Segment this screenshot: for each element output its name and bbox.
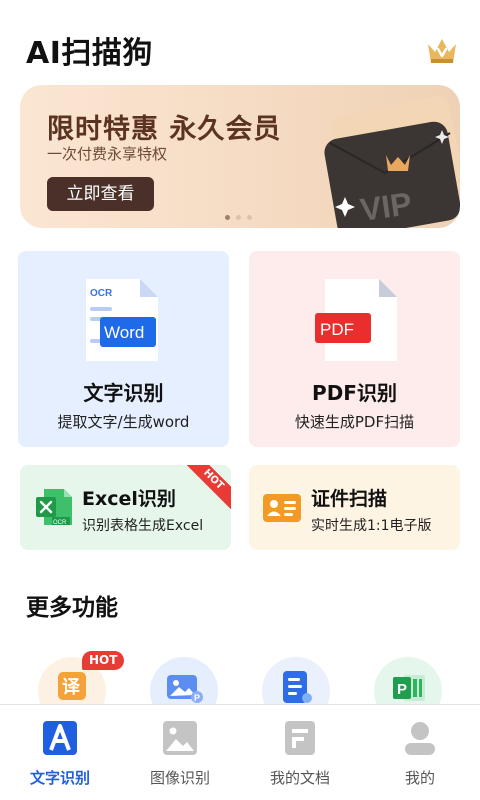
document-icon <box>285 721 315 755</box>
carousel-dot[interactable] <box>236 215 241 220</box>
tab-mine[interactable]: 我的 <box>360 705 480 800</box>
id-scan-title: 证件扫描 <box>311 488 388 510</box>
text-a-icon <box>43 721 77 755</box>
excel-icon: OCR <box>36 489 72 526</box>
hot-ribbon: HOT <box>179 465 231 514</box>
banner-subtitle: 一次付费永享特权 <box>47 145 168 163</box>
vip-card-illustration: VIP <box>324 96 460 228</box>
ocr-tag: OCR <box>90 288 113 299</box>
app-title: AI扫描狗 <box>26 36 153 71</box>
view-now-button[interactable]: 立即查看 <box>47 177 154 211</box>
word-label: Word <box>104 323 144 342</box>
id-scan-subtitle: 实时生成1:1电子版 <box>311 518 432 534</box>
more-features-title: 更多功能 <box>26 595 118 621</box>
translate-glyph: 译 <box>62 677 81 698</box>
tab-label: 文字识别 <box>29 769 90 787</box>
text-recognition-subtitle: 提取文字/生成word <box>57 413 190 431</box>
tab-image-recognition[interactable]: 图像识别 <box>120 705 240 800</box>
promo-banner[interactable]: 限时特惠 永久会员 一次付费永享特权 立即查看 VIP <box>20 85 460 228</box>
tab-label: 我的文档 <box>269 769 330 787</box>
carousel-dot[interactable] <box>247 215 252 220</box>
user-icon <box>405 722 435 755</box>
translate-icon: 译 <box>58 672 86 700</box>
pdf-recognition-card[interactable]: PDF PDF识别 快速生成PDF扫描 <box>249 251 460 447</box>
text-recognition-title: 文字识别 <box>83 381 164 405</box>
image-icon: P <box>167 675 203 703</box>
text-recognition-card[interactable]: OCR Word 文字识别 提取文字/生成word <box>18 251 229 447</box>
banner-title: 限时特惠 永久会员 <box>47 114 282 145</box>
pdf-recognition-title: PDF识别 <box>312 381 397 405</box>
id-scan-card[interactable]: 证件扫描 实时生成1:1电子版 <box>249 465 460 550</box>
vip-label: VIP <box>358 185 414 228</box>
pdf-recognition-subtitle: 快速生成PDF扫描 <box>294 413 415 431</box>
word-document-icon: OCR Word <box>86 279 158 361</box>
tab-text-recognition[interactable]: 文字识别 <box>0 705 120 800</box>
tab-label: 我的 <box>404 769 435 787</box>
pdf-document-icon: PDF <box>315 279 397 361</box>
crown-icon[interactable] <box>422 30 462 70</box>
document-icon <box>283 671 312 703</box>
hot-badge: HOT <box>82 651 125 670</box>
bottom-tab-bar: 文字识别 图像识别 我的文档 我的 <box>0 704 480 800</box>
tab-label: 图像识别 <box>149 769 210 787</box>
excel-recognition-card[interactable]: OCR Excel识别 识别表格生成Excel HOT <box>20 465 231 550</box>
pdf-label: PDF <box>320 320 354 339</box>
carousel-indicator <box>225 215 252 220</box>
excel-ocr-tag: OCR <box>53 520 67 526</box>
tab-my-documents[interactable]: 我的文档 <box>240 705 360 800</box>
carousel-dot[interactable] <box>225 215 230 220</box>
header: AI扫描狗 <box>0 0 480 84</box>
excel-recognition-subtitle: 识别表格生成Excel <box>82 518 204 534</box>
image-icon <box>163 721 197 755</box>
svg-text:P: P <box>194 693 200 703</box>
id-card-icon <box>263 494 301 522</box>
excel-recognition-title: Excel识别 <box>82 488 176 510</box>
spreadsheet-glyph: P <box>397 681 407 698</box>
spreadsheet-icon: P <box>393 675 425 701</box>
